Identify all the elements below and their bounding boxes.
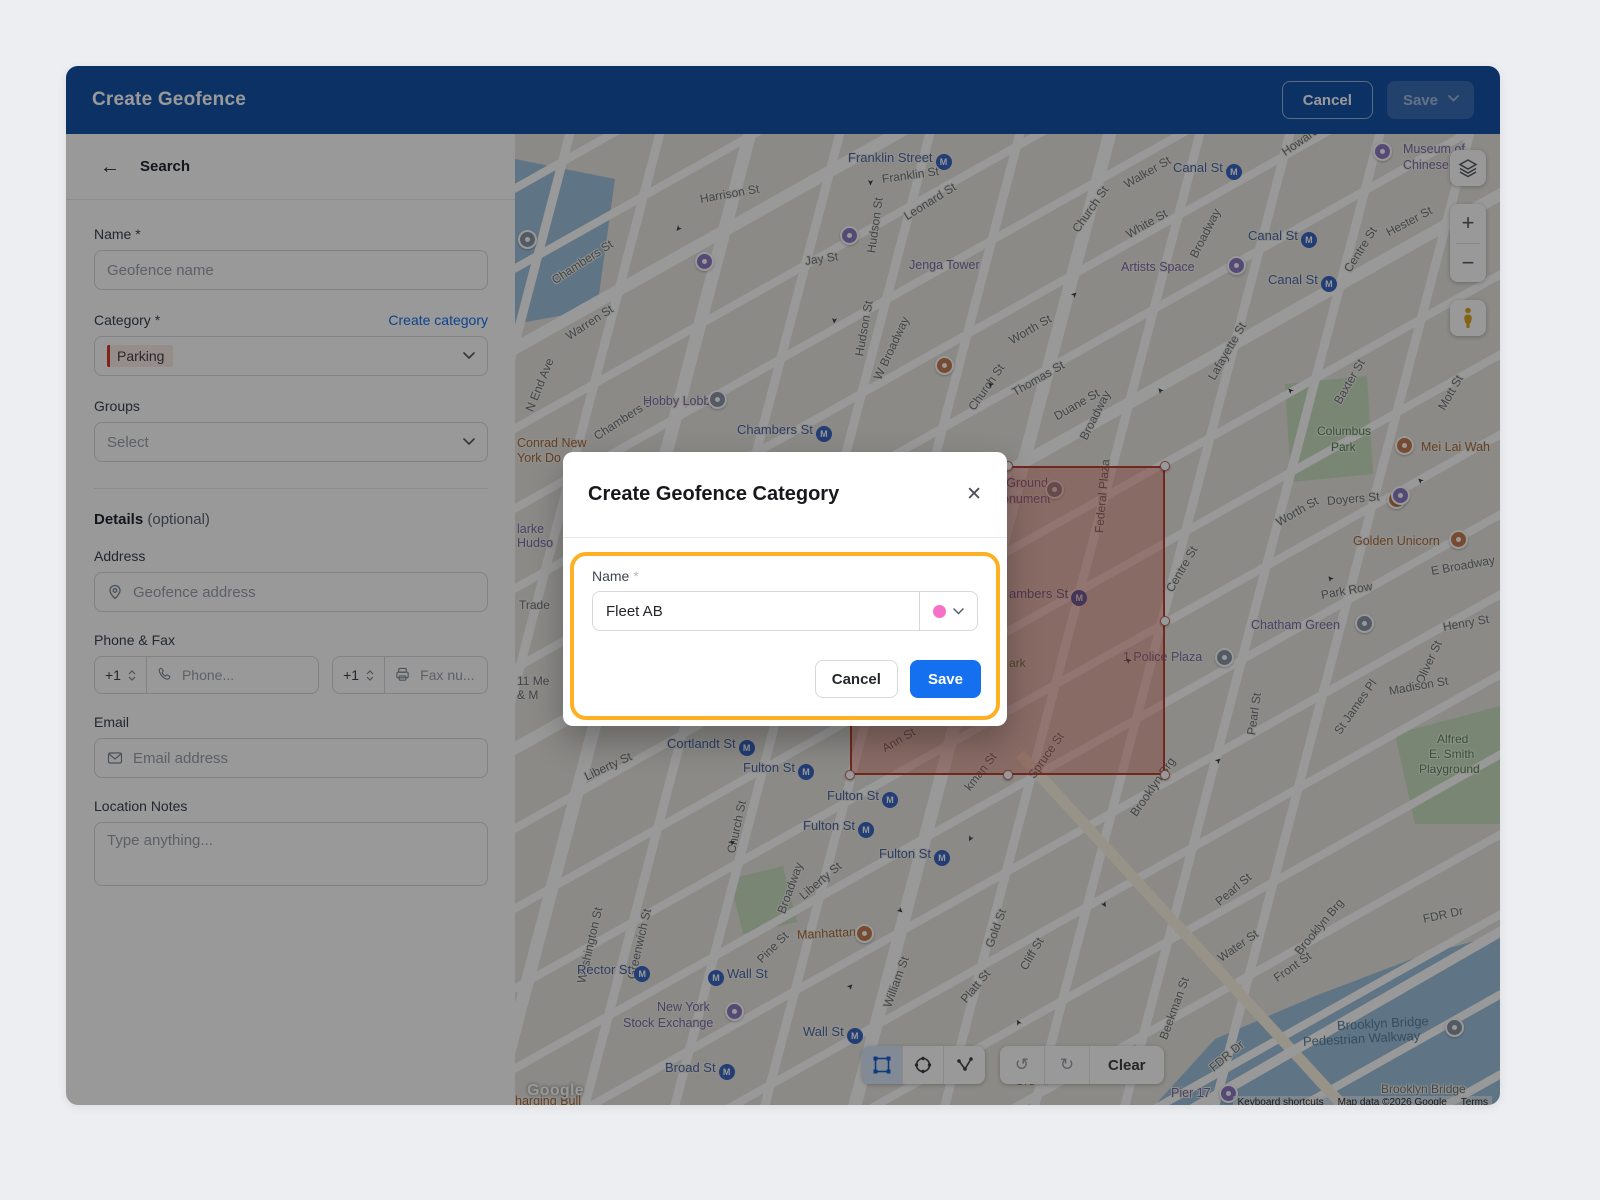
category-color-select[interactable] — [920, 591, 978, 631]
modal-footer: Cancel Save — [815, 660, 981, 698]
modal-header: Create Geofence Category ✕ — [563, 452, 1007, 538]
category-name-input[interactable] — [592, 591, 920, 631]
chevron-down-icon — [953, 608, 964, 615]
category-name-label: Name* — [592, 568, 978, 584]
highlight-outline: Name* Cancel Save — [570, 552, 1000, 720]
category-name-row — [592, 591, 978, 631]
color-swatch — [933, 605, 946, 618]
app-window: Create Geofence Cancel Save ← Search Nam… — [66, 66, 1500, 1105]
modal-cancel-button[interactable]: Cancel — [815, 660, 898, 698]
modal-save-button[interactable]: Save — [910, 660, 981, 698]
create-category-modal: Create Geofence Category ✕ Name* Cancel … — [563, 452, 1007, 726]
close-icon[interactable]: ✕ — [966, 485, 982, 504]
required-asterisk: * — [633, 568, 638, 584]
modal-title: Create Geofence Category — [588, 483, 839, 506]
